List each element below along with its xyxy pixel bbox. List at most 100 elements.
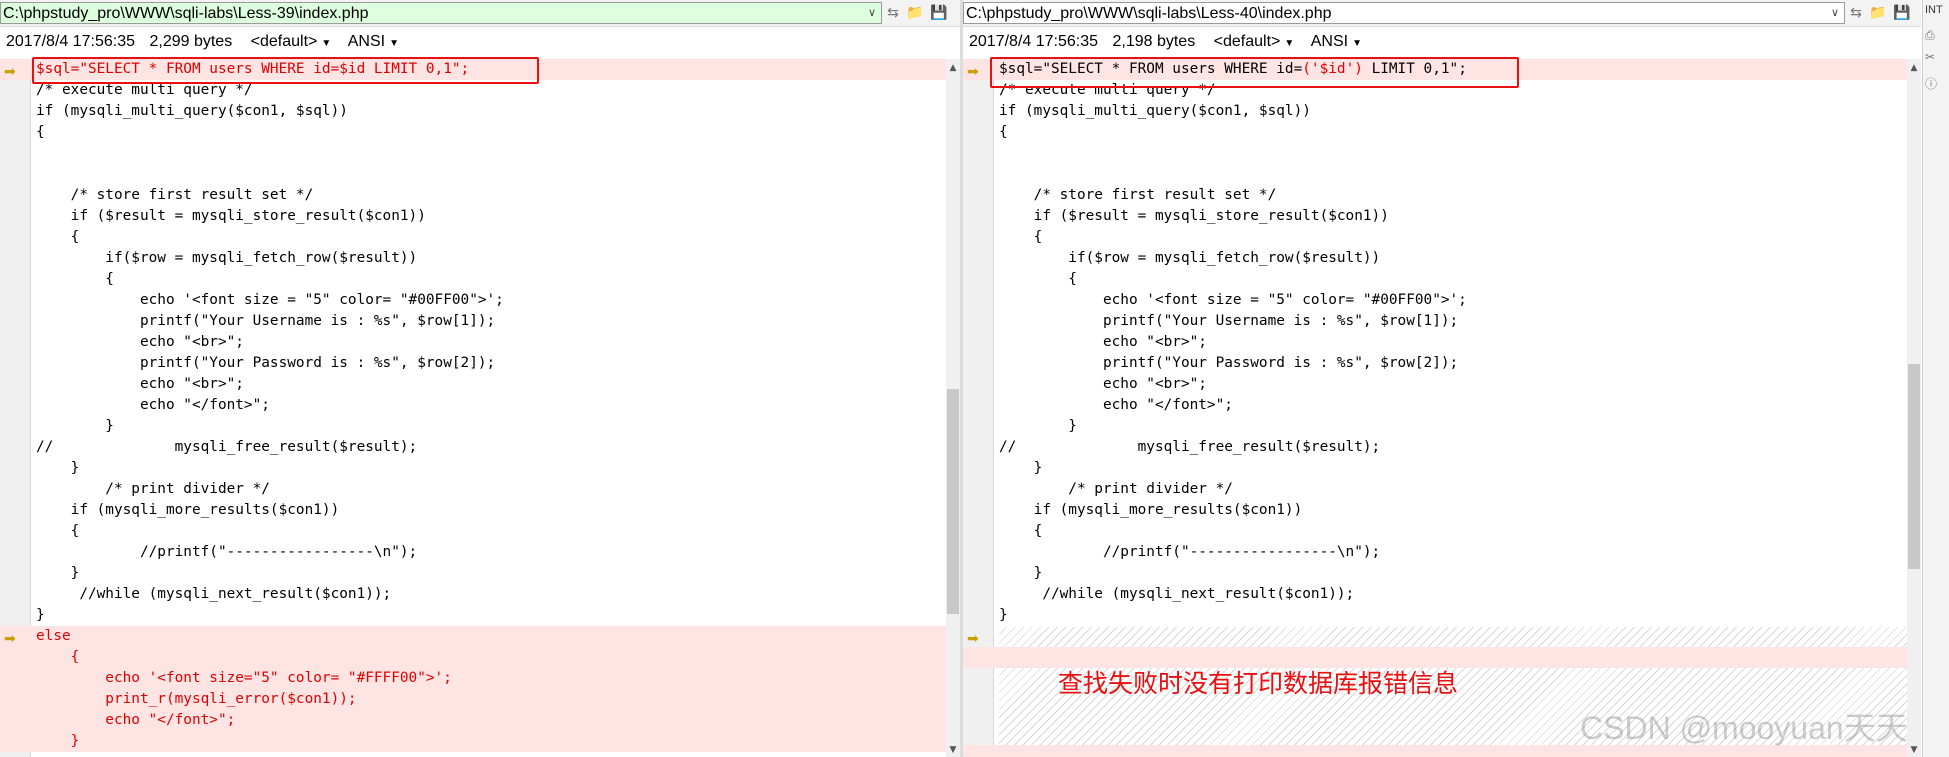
code-line: if (mysqli_more_results($con1)): [0, 500, 946, 521]
code-line-text: //while (mysqli_next_result($con1));: [999, 586, 1355, 602]
code-line-text: printf("Your Password is : %s", $row[2])…: [999, 355, 1459, 371]
code-line: // mysqli_free_result($result);: [0, 437, 946, 458]
diff-arrow-icon[interactable]: ➡: [4, 632, 22, 646]
code-line: echo "<br>";: [0, 374, 946, 395]
code-line-text: //printf("-----------------\n");: [36, 544, 418, 560]
left-encoding-select[interactable]: ANSI ▼: [348, 27, 411, 59]
code-line-text: /* execute multi query */: [999, 82, 1216, 98]
side-toolbar: INT ⎙ ✂ ⓘ: [1922, 0, 1949, 757]
code-line: echo "</font>";: [0, 710, 946, 731]
code-line-text: if ($result = mysqli_store_result($con1)…: [999, 208, 1389, 224]
left-code-view[interactable]: $sql="SELECT * FROM users WHERE id=$id L…: [0, 59, 960, 757]
diff-arrow-icon[interactable]: ➡: [967, 65, 985, 79]
code-line: if($row = mysqli_fetch_row($result)): [963, 248, 1907, 269]
left-path-input[interactable]: C:\phpstudy_pro\WWW\sqli-labs\Less-39\in…: [0, 2, 882, 24]
code-line-text: if (mysqli_multi_query($con1, $sql)): [999, 103, 1311, 119]
code-line-text: }: [36, 607, 45, 623]
left-path-dropdown-icon[interactable]: ∨: [864, 2, 880, 24]
code-line: /* store first result set */: [963, 185, 1907, 206]
open-folder-icon[interactable]: 📁: [906, 4, 924, 22]
right-encoding-select[interactable]: ANSI ▼: [1311, 27, 1374, 59]
code-line: echo '<font size="5" color= "#FFFF00">';: [0, 668, 946, 689]
scroll-up-icon[interactable]: ▲: [946, 61, 960, 75]
code-line: {: [963, 521, 1907, 542]
right-view-mode-select[interactable]: <default> ▼: [1214, 27, 1307, 59]
left-view-mode-select[interactable]: <default> ▼: [251, 27, 344, 59]
code-line-text: print_r(mysqli_error($con1));: [36, 691, 357, 707]
code-line-text: }: [999, 418, 1077, 434]
right-code-view[interactable]: $sql="SELECT * FROM users WHERE id=('$id…: [963, 59, 1921, 757]
code-line-text: echo '<font size = "5" color= "#00FF00">…: [36, 292, 504, 308]
code-line: if (mysqli_multi_query($con1, $sql)): [0, 101, 946, 122]
scroll-down-icon[interactable]: ▼: [946, 743, 960, 757]
right-scroll-thumb[interactable]: [1908, 364, 1920, 569]
code-line: echo "<br>";: [963, 332, 1907, 353]
code-line: /* store first result set */: [0, 185, 946, 206]
save-icon[interactable]: 💾: [930, 4, 948, 22]
code-line: }: [0, 563, 946, 584]
watermark: CSDN @mooyuan天天: [1580, 710, 1908, 746]
diff-arrow-icon[interactable]: ➡: [4, 65, 22, 79]
right-vertical-scrollbar[interactable]: ▲ ▼: [1907, 59, 1921, 757]
code-line: printf("Your Username is : %s", $row[1])…: [0, 311, 946, 332]
left-scroll-thumb[interactable]: [947, 389, 959, 614]
code-line-text: {: [999, 271, 1077, 287]
open-folder-icon[interactable]: 📁: [1869, 4, 1887, 22]
nav-arrows-icon[interactable]: ⇆: [884, 4, 902, 22]
code-line-text: echo "</font>";: [36, 397, 270, 413]
right-path-input[interactable]: C:\phpstudy_pro\WWW\sqli-labs\Less-40\in…: [963, 2, 1845, 24]
code-line: printf("Your Password is : %s", $row[2])…: [963, 353, 1907, 374]
code-line-text: // mysqli_free_result($result);: [36, 439, 418, 455]
code-line-text: if($row = mysqli_fetch_row($result)): [999, 250, 1381, 266]
code-line: }: [0, 605, 946, 626]
chevron-down-icon: ▼: [1352, 38, 1362, 49]
code-line: }: [963, 605, 1907, 626]
code-line: }: [963, 563, 1907, 584]
code-line: if (mysqli_more_results($con1)): [963, 500, 1907, 521]
code-line: {: [0, 269, 946, 290]
code-line: {: [0, 227, 946, 248]
code-line-text: if ($result = mysqli_store_result($con1)…: [36, 208, 426, 224]
left-file-size: 2,299 bytes: [149, 33, 233, 50]
diff-arrow-icon[interactable]: ➡: [967, 632, 985, 646]
code-line: printf("Your Password is : %s", $row[2])…: [0, 353, 946, 374]
code-line: {: [0, 647, 946, 668]
scroll-down-icon[interactable]: ▼: [1907, 743, 1921, 757]
code-line: {: [963, 122, 1907, 143]
left-vertical-scrollbar[interactable]: ▲ ▼: [946, 59, 960, 757]
code-line-text: if (mysqli_more_results($con1)): [999, 502, 1303, 518]
code-line-text: echo "<br>";: [36, 334, 244, 350]
code-line: //while (mysqli_next_result($con1));: [963, 584, 1907, 605]
side-label: INT: [1925, 4, 1943, 16]
code-line-text: {: [999, 124, 1008, 140]
code-line-text: echo "<br>";: [999, 334, 1207, 350]
code-line: else: [0, 626, 946, 647]
code-line-text: echo "<br>";: [36, 376, 244, 392]
code-line-text: printf("Your Username is : %s", $row[1])…: [36, 313, 496, 329]
scroll-up-icon[interactable]: ▲: [1907, 61, 1921, 75]
right-path-dropdown-icon[interactable]: ∨: [1827, 2, 1843, 24]
code-line-text: else: [36, 628, 71, 644]
info-icon[interactable]: ⓘ: [1925, 75, 1937, 92]
code-line-text: if (mysqli_multi_query($con1, $sql)): [36, 103, 348, 119]
printer-icon[interactable]: ⎙: [1925, 28, 1935, 43]
chevron-down-icon: ▼: [1284, 38, 1295, 49]
nav-arrows-icon[interactable]: ⇆: [1847, 4, 1865, 22]
code-line: }: [963, 458, 1907, 479]
code-line-text: }: [999, 565, 1043, 581]
code-line: echo '<font size = "5" color= "#00FF00">…: [0, 290, 946, 311]
scissors-icon[interactable]: ✂: [1925, 50, 1935, 64]
code-line: /* execute multi query */: [963, 80, 1907, 101]
left-timestamp: 2017/8/4 17:56:35: [6, 33, 136, 50]
code-line-text: /* execute multi query */: [36, 82, 253, 98]
code-line-text: {: [36, 229, 80, 245]
right-path-bar: C:\phpstudy_pro\WWW\sqli-labs\Less-40\in…: [963, 0, 1921, 27]
code-line: {: [0, 521, 946, 542]
code-line-text: /* print divider */: [999, 481, 1233, 497]
code-line: /* print divider */: [963, 479, 1907, 500]
save-icon[interactable]: 💾: [1893, 4, 1911, 22]
right-file-pane: C:\phpstudy_pro\WWW\sqli-labs\Less-40\in…: [963, 0, 1921, 757]
code-line: //printf("-----------------\n");: [963, 542, 1907, 563]
